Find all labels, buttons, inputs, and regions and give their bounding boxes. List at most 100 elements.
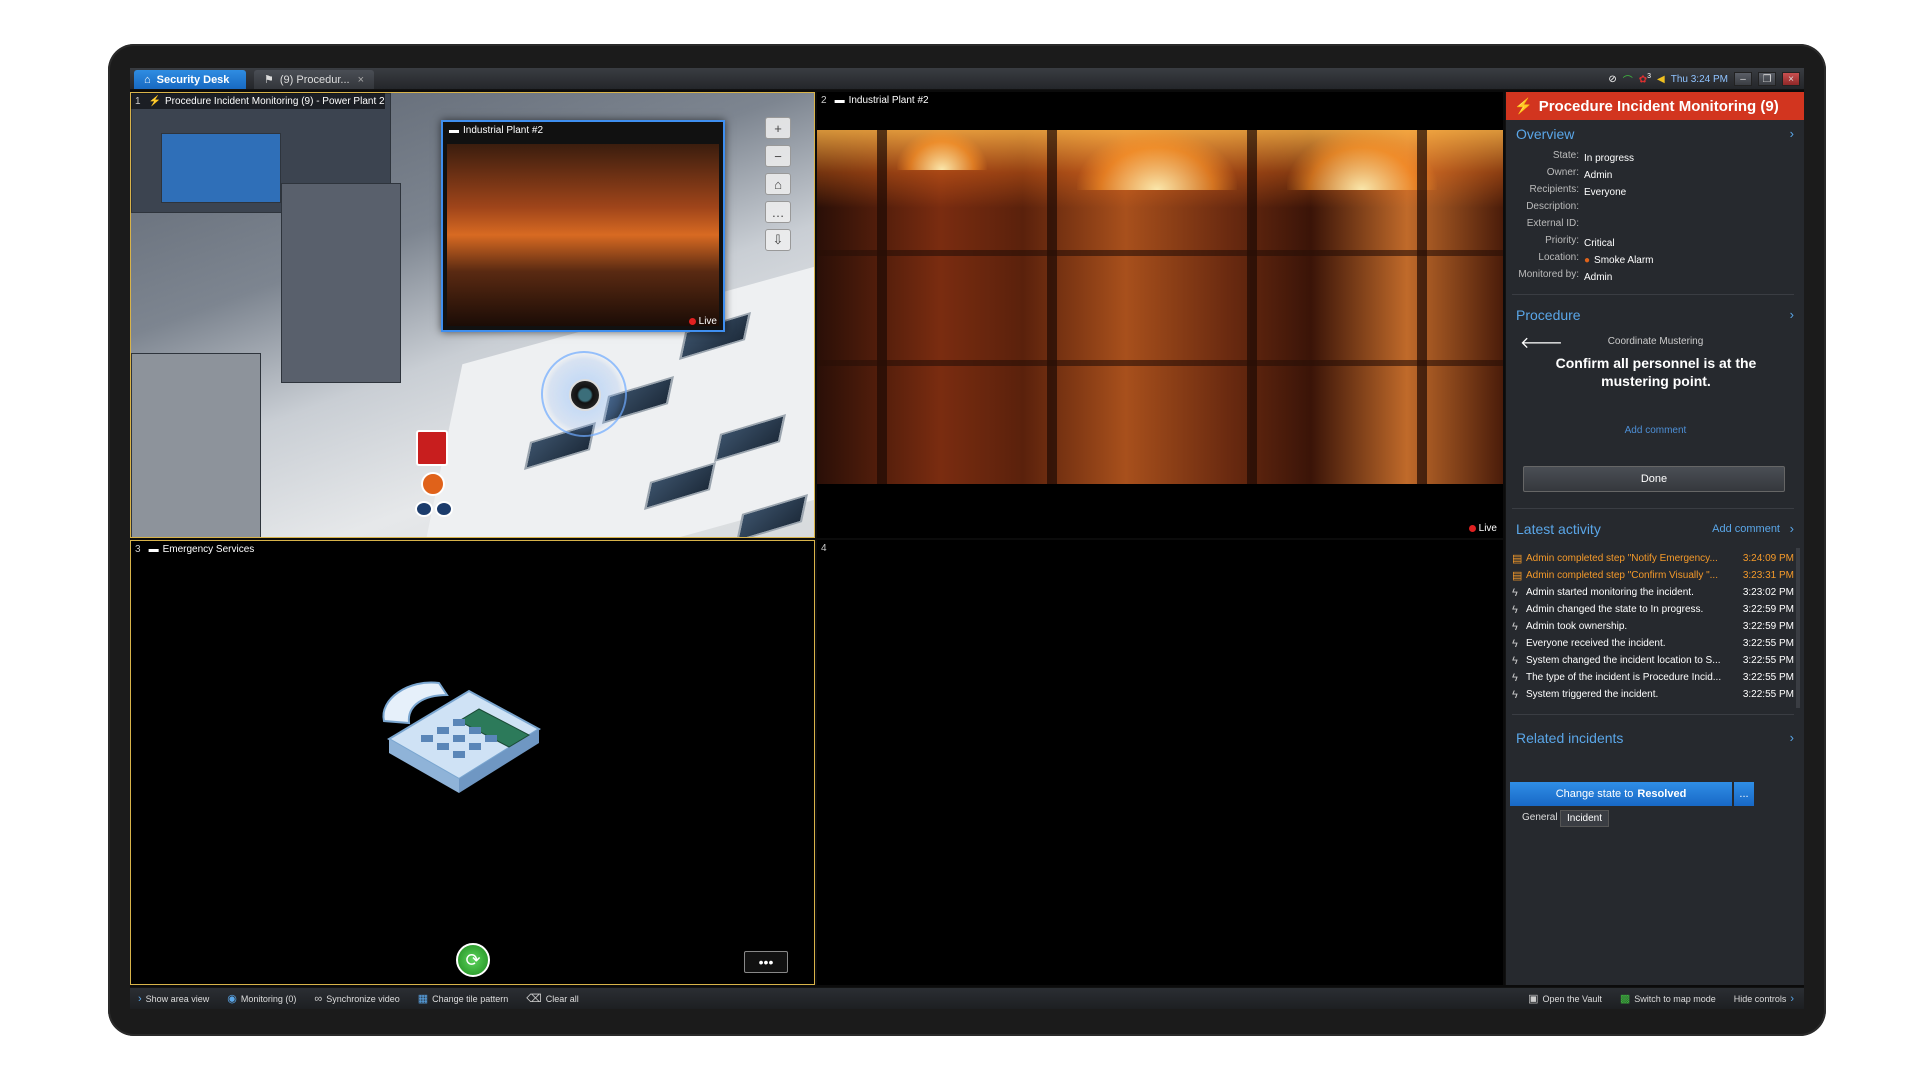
minimize-button[interactable]: –	[1734, 72, 1752, 86]
document-icon: ▤	[1512, 570, 1523, 582]
smoke-alarm-marker[interactable]	[416, 430, 448, 466]
camera-popup[interactable]: ▬ Industrial Plant #2 Live	[441, 120, 725, 332]
procedure-chevron-icon[interactable]: ›	[1790, 307, 1794, 322]
change-state-button[interactable]: Change state to Resolved	[1510, 782, 1732, 806]
field-external-id: External ID:	[1506, 218, 1796, 235]
field-value: Admin	[1584, 170, 1613, 181]
tile-1-map[interactable]: 1 ⚡ Procedure Incident Monitoring (9) - …	[130, 92, 815, 538]
live-indicator: Live	[1468, 523, 1497, 534]
camera-marker[interactable]	[541, 351, 627, 437]
home-icon: ⌂	[144, 73, 151, 86]
alarm-notification-icon[interactable]: ✿3	[1639, 73, 1651, 85]
strut	[1047, 130, 1057, 484]
field-label: Description:	[1526, 201, 1579, 212]
tile-header: 2 ▬ Industrial Plant #2	[817, 92, 929, 108]
divider	[1512, 714, 1794, 715]
procedure-heading[interactable]: Procedure	[1516, 307, 1581, 323]
activity-row[interactable]: ϟ System changed the incident location to…	[1512, 652, 1798, 669]
tile-pattern-icon: ▦	[417, 993, 429, 1005]
home-view-button[interactable]: ⌂	[765, 173, 791, 195]
restore-button[interactable]: ❐	[1758, 72, 1776, 86]
field-location: Location: ● Smoke Alarm	[1506, 252, 1796, 269]
refresh-button[interactable]: ⟳	[456, 943, 490, 977]
switch-map-mode-button[interactable]: ▩ Switch to map mode	[1620, 992, 1716, 1005]
activity-text: Everyone received the incident.	[1526, 638, 1666, 649]
popup-header: ▬ Industrial Plant #2	[443, 122, 723, 138]
clock: Thu 3:24 PM	[1670, 73, 1728, 85]
activity-time: 3:22:55 PM	[1742, 672, 1794, 683]
synchronize-video-button[interactable]: ∞ Synchronize video	[314, 993, 399, 1005]
field-value[interactable]: Smoke Alarm	[1594, 255, 1653, 266]
activity-row[interactable]: ϟ The type of the incident is Procedure I…	[1512, 669, 1798, 686]
tile-3-emergency-services[interactable]: 3 ▬ Emergency Services ⟳ •••	[130, 540, 815, 985]
done-button[interactable]: Done	[1523, 466, 1785, 492]
tab-security-desk[interactable]: ⌂ Security Desk	[134, 70, 246, 89]
field-label: State:	[1552, 150, 1579, 161]
close-button[interactable]: ×	[1782, 72, 1800, 86]
map-building-roof-blue	[161, 133, 281, 203]
close-tab-icon[interactable]: ×	[358, 74, 364, 86]
activity-scrollbar[interactable]	[1796, 548, 1800, 708]
activity-add-comment-link[interactable]: Add comment	[1712, 523, 1780, 535]
tile-2-camera[interactable]: 2 ▬ Industrial Plant #2 Live	[817, 92, 1503, 538]
tile-4-empty[interactable]: 4	[817, 540, 1503, 985]
related-chevron-icon[interactable]: ›	[1790, 730, 1794, 745]
change-tile-pattern-button[interactable]: ▦ Change tile pattern	[418, 992, 508, 1005]
alarm-icon[interactable]	[421, 472, 445, 496]
tab-incident[interactable]: Incident	[1560, 810, 1610, 827]
map-icon: ▩	[1619, 993, 1631, 1005]
hide-controls-button[interactable]: Hide controls ›	[1734, 993, 1794, 1005]
change-state-target: Resolved	[1637, 788, 1687, 800]
tab-general[interactable]: General	[1516, 810, 1564, 825]
procedure-message: Confirm all personnel is at the musterin…	[1555, 355, 1757, 389]
top-tab-bar: ⌂ Security Desk ⚑ (9) Procedur... × ⊘ ⌒ …	[130, 68, 1804, 90]
related-incidents-heading[interactable]: Related incidents	[1516, 730, 1623, 746]
field-label: Location:	[1538, 252, 1579, 263]
shield-icon[interactable]: ⊘	[1608, 74, 1616, 85]
activity-row[interactable]: ▤ Admin completed step "Confirm Visually …	[1512, 567, 1798, 584]
change-state-prefix: Change state to	[1555, 788, 1634, 800]
more-tools-button[interactable]: …	[765, 201, 791, 223]
activity-row[interactable]: ϟ System triggered the incident. 3:22:55 P…	[1512, 686, 1798, 703]
latest-activity-heading: Latest activity	[1516, 521, 1601, 537]
activity-row[interactable]: ϟ Admin started monitoring the incident. 3…	[1512, 584, 1798, 601]
procedure-add-comment-link[interactable]: Add comment	[1506, 425, 1804, 436]
activity-time: 3:22:55 PM	[1742, 655, 1794, 666]
activity-text: System triggered the incident.	[1526, 689, 1659, 700]
tab-procedure-incident[interactable]: ⚑ (9) Procedur... ×	[254, 70, 374, 89]
incident-panel: ⚡ Procedure Incident Monitoring (9) Over…	[1505, 92, 1804, 985]
popup-video[interactable]	[447, 144, 719, 326]
show-area-view-button[interactable]: › Show area view	[138, 993, 209, 1005]
map-layer-button[interactable]: ⇩	[765, 229, 791, 251]
zoom-out-button[interactable]: −	[765, 145, 791, 167]
activity-row[interactable]: ϟ Admin took ownership. 3:22:59 PM	[1512, 618, 1798, 635]
monitoring-button[interactable]: ◉ Monitoring (0)	[227, 992, 296, 1005]
button-label: Show area view	[145, 993, 210, 1004]
tab-label: (9) Procedur...	[279, 73, 350, 86]
clear-all-button[interactable]: ⌫ Clear all	[526, 992, 579, 1005]
live-dot-icon	[688, 318, 696, 325]
activity-row[interactable]: ϟ Everyone received the incident. 3:22:55 …	[1512, 635, 1798, 652]
overview-heading[interactable]: Overview	[1516, 126, 1574, 142]
network-icon[interactable]: ⌒	[1623, 72, 1633, 87]
activity-time: 3:22:59 PM	[1742, 621, 1794, 632]
field-description: Description:	[1506, 201, 1796, 218]
tile-number: 4	[821, 542, 827, 554]
tile-header: 3 ▬ Emergency Services	[131, 541, 255, 557]
overview-chevron-icon[interactable]: ›	[1790, 126, 1794, 141]
zoom-in-button[interactable]: +	[765, 117, 791, 139]
goggles-icon[interactable]	[415, 501, 453, 517]
button-label: Hide controls	[1733, 993, 1787, 1004]
open-vault-button[interactable]: ▣ Open the Vault	[1528, 992, 1602, 1005]
activity-row[interactable]: ϟ Admin changed the state to In progress.…	[1512, 601, 1798, 618]
activity-row[interactable]: ▤ Admin completed step "Notify Emergency.…	[1512, 550, 1798, 567]
field-label: External ID:	[1526, 218, 1579, 229]
lightning-icon: ϟ	[1512, 637, 1518, 650]
change-state-more-button[interactable]: ...	[1734, 782, 1754, 806]
tile-more-button[interactable]: •••	[744, 951, 788, 973]
camera-video-feed[interactable]	[817, 130, 1503, 484]
smoke-alarm-icon: ●	[1584, 255, 1591, 266]
activity-chevron-icon[interactable]: ›	[1790, 521, 1794, 536]
tile-title: Emergency Services	[162, 543, 255, 555]
volume-icon[interactable]: ◀	[1657, 74, 1665, 85]
